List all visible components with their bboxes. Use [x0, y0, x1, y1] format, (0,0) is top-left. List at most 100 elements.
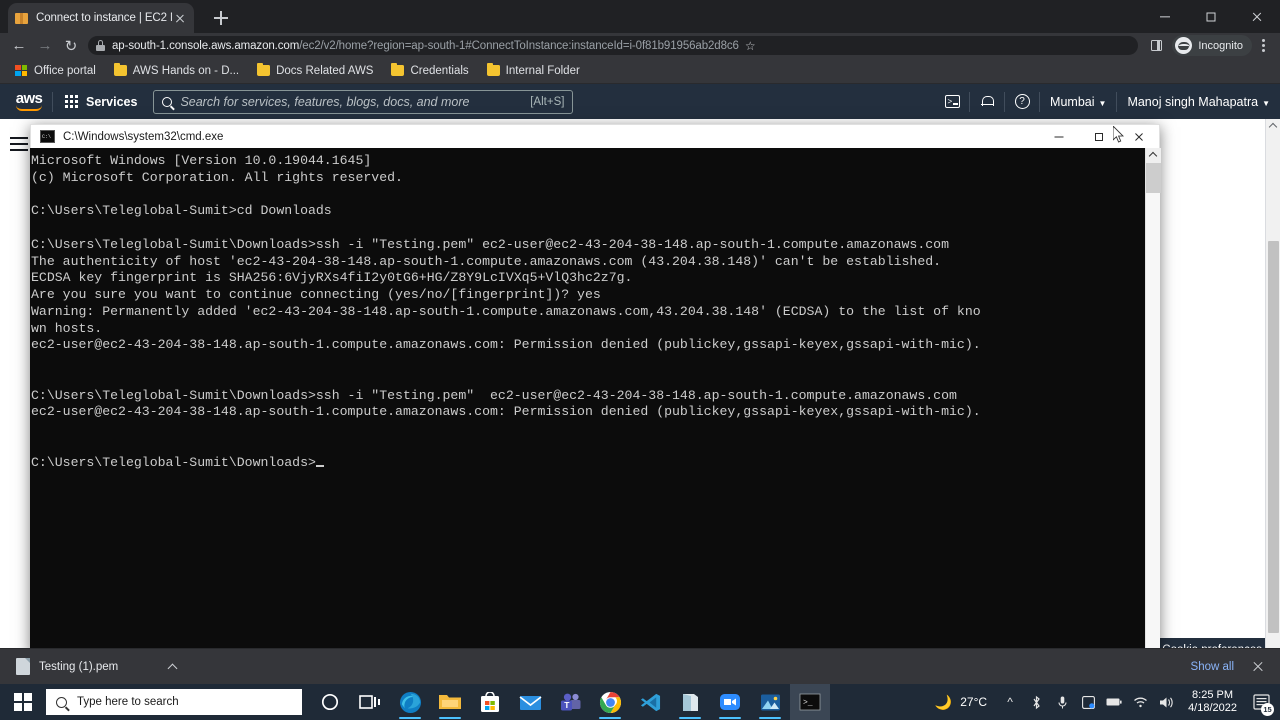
page-scrollbar[interactable] — [1265, 119, 1280, 688]
show-all-downloads-link[interactable]: Show all — [1191, 661, 1234, 673]
vscode-icon[interactable] — [630, 684, 670, 720]
cloudshell-icon[interactable] — [935, 84, 969, 119]
new-tab-button[interactable] — [210, 7, 232, 29]
incognito-profile-chip[interactable]: Incognito — [1172, 35, 1252, 56]
search-input[interactable] — [180, 94, 531, 109]
cmd-line: The authenticity of host 'ec2-43-204-38-… — [31, 253, 942, 269]
download-file-name: Testing (1).pem — [39, 660, 119, 673]
cmd-icon — [40, 130, 55, 143]
back-button[interactable]: ← — [6, 33, 32, 58]
teams-icon[interactable]: T — [550, 684, 590, 720]
help-icon[interactable]: ? — [1005, 84, 1039, 119]
bookmark-label: Office portal — [34, 64, 96, 77]
download-item[interactable]: Testing (1).pem — [10, 653, 186, 681]
moon-icon: 🌙 — [934, 693, 953, 710]
aws-search-box[interactable]: [Alt+S] — [153, 89, 574, 114]
mail-icon[interactable] — [510, 684, 550, 720]
account-menu[interactable]: Manoj singh Mahapatra ▼ — [1117, 95, 1280, 109]
side-panel-icon[interactable] — [1144, 33, 1168, 58]
aws-global-header: aws Services [Alt+S] ? Mumbai▼ — [0, 84, 1280, 119]
tray-expand-chevron-icon[interactable]: ^ — [997, 684, 1023, 720]
cmd-line: wn hosts. — [31, 320, 103, 336]
taskbar-search-box[interactable]: Type here to search — [46, 689, 302, 715]
folder-icon — [391, 63, 405, 76]
battery-icon[interactable] — [1101, 684, 1127, 720]
close-downloads-bar-icon[interactable] — [1250, 659, 1266, 675]
incognito-label: Incognito — [1198, 39, 1243, 52]
task-view-icon[interactable] — [350, 684, 390, 720]
bookmark-internal-folder[interactable]: Internal Folder — [480, 63, 587, 79]
weather-widget[interactable]: 🌙 27°C — [925, 694, 997, 711]
cmd-scrollbar[interactable] — [1145, 148, 1161, 654]
bookmark-office-portal[interactable]: Office portal — [8, 63, 103, 79]
browser-menu-icon[interactable] — [1252, 33, 1274, 58]
page-scrollbar-thumb[interactable] — [1268, 241, 1279, 633]
notification-center-button[interactable]: 15 — [1246, 684, 1276, 720]
bookmark-docs-related-aws[interactable]: Docs Related AWS — [250, 63, 380, 79]
cmd-output-text: Microsoft Windows [Version 10.0.19044.16… — [31, 153, 1149, 471]
cmd-window-controls — [1039, 125, 1159, 149]
chrome-icon[interactable] — [590, 684, 630, 720]
cmd-minimize-button[interactable] — [1039, 125, 1079, 149]
cmd-line — [31, 421, 1149, 438]
forward-button[interactable]: → — [32, 33, 58, 58]
clock-widget[interactable]: 8:25 PM 4/18/2022 — [1179, 689, 1246, 715]
aws-swoosh-icon — [16, 105, 42, 111]
aws-logo[interactable]: aws — [0, 91, 52, 111]
wifi-icon[interactable] — [1127, 684, 1153, 720]
windows-logo-icon — [14, 693, 32, 711]
cmd-scroll-up-arrow-icon[interactable] — [1146, 148, 1161, 163]
folder-icon — [257, 63, 271, 76]
cmd-line: C:\Users\Teleglobal-Sumit\Downloads>ssh … — [31, 236, 949, 252]
zoom-icon[interactable] — [710, 684, 750, 720]
cmd-titlebar[interactable]: C:\Windows\system32\cmd.exe — [30, 124, 1160, 148]
cmd-line: C:\Users\Teleglobal-Sumit>cd Downloads — [31, 203, 332, 219]
cmd-window[interactable]: C:\Windows\system32\cmd.exe Microsoft Wi… — [30, 124, 1161, 654]
scroll-up-arrow-icon[interactable] — [1266, 119, 1280, 134]
bluetooth-icon[interactable] — [1023, 684, 1049, 720]
bookmark-credentials[interactable]: Credentials — [384, 63, 475, 79]
tab-close-icon[interactable] — [172, 10, 188, 26]
folder-icon — [486, 63, 500, 76]
cmd-icon[interactable]: >_ — [790, 684, 830, 720]
cmd-line — [31, 354, 1149, 371]
browser-window-controls — [1142, 0, 1280, 33]
browser-maximize-button[interactable] — [1188, 0, 1234, 33]
bookmark-label: AWS Hands on - D... — [132, 64, 240, 77]
svg-text:>_: >_ — [803, 699, 813, 708]
cmd-maximize-button[interactable] — [1079, 125, 1119, 149]
cmd-line: ec2-user@ec2-43-204-38-148.ap-south-1.co… — [31, 404, 981, 420]
photos-icon[interactable] — [750, 684, 790, 720]
browser-minimize-button[interactable] — [1142, 0, 1188, 33]
cmd-scrollbar-thumb[interactable] — [1146, 163, 1161, 193]
address-bar[interactable]: ap-south-1.console.aws.amazon.com/ec2/v2… — [88, 36, 1139, 55]
volume-icon[interactable] — [1153, 684, 1179, 720]
cmd-line: ec2-user@ec2-43-204-38-148.ap-south-1.co… — [31, 337, 981, 353]
edge-icon[interactable] — [390, 684, 430, 720]
chevron-up-icon[interactable] — [164, 658, 182, 676]
cmd-line: Microsoft Windows [Version 10.0.19044.16… — [31, 153, 372, 168]
system-tray: 🌙 27°C ^ 8:25 PM 4/18/2022 15 — [925, 684, 1280, 720]
browser-close-button[interactable] — [1234, 0, 1280, 33]
services-menu-button[interactable]: Services — [53, 84, 149, 119]
cmd-close-button[interactable] — [1119, 125, 1159, 149]
taskbar-app-list: T >_ — [310, 684, 830, 720]
nav-menu-icon[interactable] — [10, 137, 28, 151]
region-selector[interactable]: Mumbai ▼ — [1040, 95, 1116, 109]
cmd-terminal-body[interactable]: Microsoft Windows [Version 10.0.19044.16… — [30, 148, 1160, 654]
microphone-icon[interactable] — [1049, 684, 1075, 720]
browser-tab[interactable]: Connect to instance | EC2 Manag — [8, 3, 194, 33]
bookmark-aws-hands-on[interactable]: AWS Hands on - D... — [107, 63, 246, 79]
file-explorer-icon[interactable] — [430, 684, 470, 720]
onenote-icon[interactable] — [670, 684, 710, 720]
cmd-line — [31, 371, 1149, 388]
reload-button[interactable]: ↻ — [58, 33, 84, 58]
cortana-icon[interactable] — [310, 684, 350, 720]
notifications-bell-icon[interactable] — [970, 84, 1004, 119]
microsoft-store-icon[interactable] — [470, 684, 510, 720]
start-button[interactable] — [0, 684, 46, 720]
cmd-line — [31, 438, 1149, 455]
downloads-bar-right: Show all — [1191, 659, 1280, 675]
bookmark-star-icon[interactable]: ☆ — [745, 39, 759, 53]
onedrive-sync-icon[interactable] — [1075, 684, 1101, 720]
